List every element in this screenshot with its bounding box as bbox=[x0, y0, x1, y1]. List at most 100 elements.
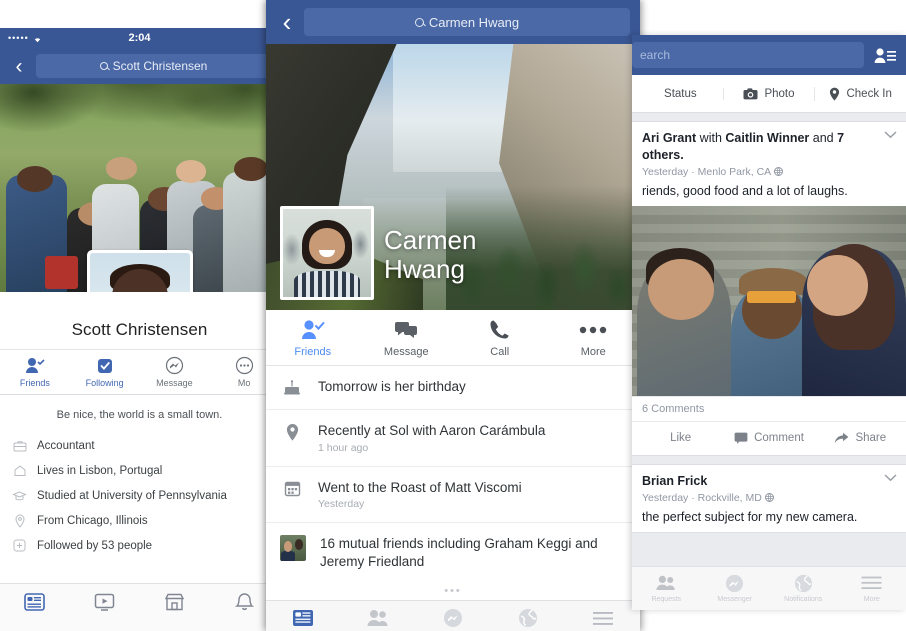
post-header: Brian Frick Yesterday · Rockville, MD bbox=[632, 465, 906, 510]
compose-checkin[interactable]: Check In bbox=[814, 86, 906, 101]
right-nav-bar: earch bbox=[632, 35, 906, 75]
profile-name-line2: Hwang bbox=[384, 253, 465, 284]
chevron-down-icon[interactable] bbox=[884, 131, 897, 139]
detail-row-lives[interactable]: Lives in Lisbon, Portugal bbox=[0, 458, 279, 483]
messenger-icon bbox=[140, 356, 210, 375]
tab-label: Notifications bbox=[784, 596, 823, 603]
compose-photo[interactable]: Photo bbox=[722, 87, 815, 100]
tab-requests[interactable]: Requests bbox=[341, 607, 416, 631]
search-input[interactable]: earch bbox=[632, 42, 864, 68]
compose-label: Status bbox=[664, 87, 697, 100]
post-author[interactable]: Brian Frick bbox=[642, 474, 707, 488]
search-text: earch bbox=[640, 48, 671, 62]
post-tagged-friend[interactable]: Caitlin Winner bbox=[725, 131, 809, 145]
feed-post: Brian Frick Yesterday · Rockville, MD th… bbox=[632, 463, 906, 533]
hamburger-icon bbox=[565, 607, 640, 629]
globe-icon bbox=[773, 166, 783, 176]
tab-messenger[interactable]: Messenger bbox=[416, 607, 491, 631]
mid-tab-bar: News Feed Requests Messenger Notificatio… bbox=[266, 600, 640, 631]
activity-list: Tomorrow is her birthday Recently at Sol… bbox=[266, 366, 640, 583]
tab-marketplace[interactable] bbox=[140, 591, 210, 615]
back-button[interactable]: ‹ bbox=[276, 9, 298, 35]
activity-title: 16 mutual friends including Graham Keggi… bbox=[320, 536, 598, 569]
search-text: Scott Christensen bbox=[112, 59, 208, 73]
activity-row-birthday[interactable]: Tomorrow is her birthday bbox=[266, 366, 640, 410]
location-pin-icon bbox=[829, 87, 840, 101]
search-icon bbox=[99, 62, 108, 70]
cover-photo[interactable]: Carmen Hwang bbox=[266, 44, 640, 310]
hamburger-icon bbox=[838, 572, 906, 594]
like-button[interactable]: Like bbox=[632, 432, 723, 444]
tab-requests[interactable]: Requests bbox=[632, 572, 701, 603]
search-input[interactable]: Carmen Hwang bbox=[304, 8, 630, 36]
post-stats[interactable]: 6 Comments bbox=[632, 395, 906, 421]
friend-list-icon[interactable] bbox=[872, 44, 898, 66]
requests-icon bbox=[632, 572, 701, 594]
post-title: Ari Grant with Caitlin Winner and 7 othe… bbox=[642, 130, 896, 164]
tab-notifications[interactable]: Notifications bbox=[490, 607, 565, 631]
action-more[interactable]: More bbox=[547, 318, 641, 358]
profile-photo[interactable] bbox=[280, 206, 374, 300]
tab-notifications[interactable]: Notifications bbox=[769, 572, 838, 603]
post-title-conn2: and bbox=[809, 131, 838, 145]
detail-row-from[interactable]: From Chicago, Illinois bbox=[0, 508, 279, 533]
tab-label: More bbox=[863, 596, 880, 603]
tab-video[interactable] bbox=[70, 591, 140, 615]
post-meta-text: Yesterday · Menlo Park, CA bbox=[642, 165, 771, 178]
message-bubbles-icon bbox=[360, 318, 454, 342]
action-message[interactable]: Message bbox=[140, 356, 210, 388]
tab-news-feed[interactable]: News Feed bbox=[266, 607, 341, 631]
tab-more[interactable]: More bbox=[565, 607, 640, 631]
comment-icon bbox=[734, 432, 748, 445]
back-button[interactable]: ‹ bbox=[8, 56, 30, 77]
compose-status[interactable]: Status bbox=[632, 88, 723, 100]
follow-plus-icon bbox=[12, 538, 27, 553]
detail-row-followers[interactable]: Followed by 53 people bbox=[0, 533, 279, 558]
activity-row-mutual-friends[interactable]: 16 mutual friends including Graham Keggi… bbox=[266, 523, 640, 583]
right-phone-panel: earch Status Photo Check In Ari Grant wi… bbox=[632, 35, 906, 610]
messenger-icon bbox=[416, 607, 491, 629]
post-photo[interactable] bbox=[632, 205, 906, 396]
action-message[interactable]: Message bbox=[360, 318, 454, 358]
activity-row-event[interactable]: Went to the Roast of Matt Viscomi Yester… bbox=[266, 466, 640, 524]
detail-text: Studied at University of Pennsylvania bbox=[37, 489, 227, 502]
share-arrow-icon bbox=[834, 432, 849, 444]
mid-nav-bar: ‹ Carmen Hwang bbox=[266, 0, 640, 44]
action-friends[interactable]: Friends bbox=[0, 356, 70, 388]
feed-gap bbox=[632, 455, 906, 464]
action-following[interactable]: Following bbox=[70, 356, 140, 388]
action-call[interactable]: Call bbox=[453, 318, 547, 358]
action-label: Following bbox=[85, 378, 124, 388]
tab-news-feed[interactable] bbox=[0, 591, 70, 615]
action-friends[interactable]: Friends bbox=[266, 318, 360, 358]
profile-name: Scott Christensen bbox=[0, 292, 279, 349]
comment-button[interactable]: Comment bbox=[723, 432, 814, 444]
share-button[interactable]: Share bbox=[815, 432, 906, 444]
friend-check-icon bbox=[266, 318, 360, 342]
profile-action-row: Friends Following Message Mo bbox=[0, 349, 279, 395]
birthday-cake-icon bbox=[280, 378, 304, 397]
following-check-icon bbox=[70, 356, 140, 375]
detail-row-work[interactable]: Accountant bbox=[0, 433, 279, 458]
action-label: Call bbox=[490, 345, 510, 358]
cover-photo[interactable] bbox=[0, 84, 279, 292]
activity-title: Tomorrow is her birthday bbox=[318, 379, 466, 394]
more-dots-icon bbox=[547, 318, 641, 342]
comment-label: Comment bbox=[754, 432, 804, 445]
post-author[interactable]: Ari Grant bbox=[642, 131, 696, 145]
right-tab-bar: Requests Messenger Notifications More bbox=[632, 566, 906, 610]
search-input[interactable]: Scott Christensen bbox=[36, 54, 271, 78]
post-meta-text: Yesterday · Rockville, MD bbox=[642, 491, 762, 504]
tab-more[interactable]: More bbox=[838, 572, 906, 603]
drag-handle[interactable]: ••• bbox=[266, 582, 640, 601]
globe-icon bbox=[769, 572, 838, 594]
activity-title: Went to the Roast of Matt Viscomi bbox=[318, 479, 522, 495]
tab-messenger[interactable]: Messenger bbox=[701, 572, 770, 603]
graduation-icon bbox=[12, 488, 27, 503]
profile-photo[interactable] bbox=[86, 250, 193, 292]
chevron-down-icon[interactable] bbox=[884, 474, 897, 482]
compose-label: Check In bbox=[846, 87, 892, 100]
action-label: Message bbox=[156, 378, 193, 388]
activity-row-checkin[interactable]: Recently at Sol with Aaron Carámbula 1 h… bbox=[266, 410, 640, 467]
detail-row-education[interactable]: Studied at University of Pennsylvania bbox=[0, 483, 279, 508]
